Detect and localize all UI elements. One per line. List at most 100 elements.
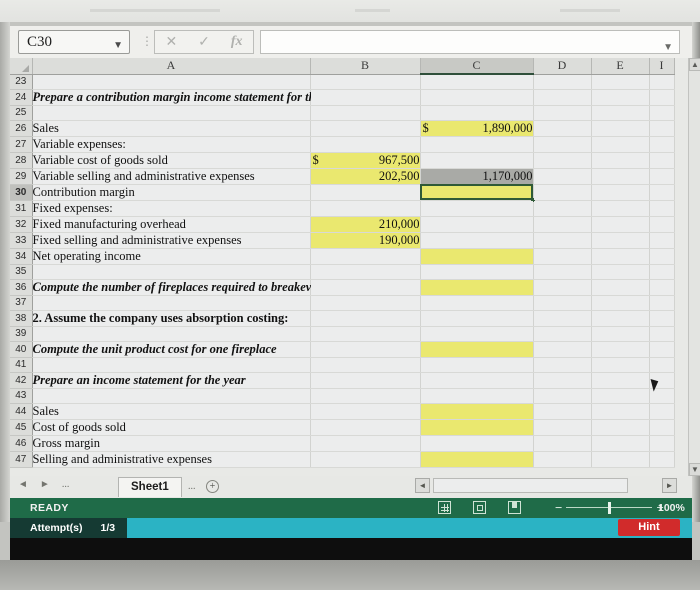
formula-expand-icon[interactable]: ▼ (663, 42, 673, 53)
cell-B36[interactable] (310, 279, 421, 296)
cell-D24[interactable] (533, 89, 592, 106)
hint-button[interactable]: Hint (618, 519, 680, 536)
cell-E31[interactable] (591, 200, 650, 217)
horizontal-scrollbar[interactable]: ◄ ► (415, 478, 677, 495)
cell-I34[interactable] (649, 248, 675, 265)
row-header-23[interactable]: 23 (10, 74, 33, 90)
add-sheet-icon[interactable]: + (206, 480, 219, 493)
cell-I46[interactable] (649, 435, 675, 452)
name-box[interactable]: C30 ▼ (18, 30, 130, 54)
cell-A40[interactable]: Compute the unit product cost for one fi… (32, 341, 311, 358)
cell-A46[interactable]: Gross margin (32, 435, 311, 452)
cancel-icon[interactable]: ✕ (165, 34, 177, 51)
cell-C44[interactable] (420, 403, 534, 420)
cell-E43[interactable] (591, 388, 650, 404)
cell-D41[interactable] (533, 357, 592, 373)
row-header-44[interactable]: 44 (10, 403, 33, 420)
cell-A45[interactable]: Cost of goods sold (32, 419, 311, 436)
cell-E33[interactable] (591, 232, 650, 249)
zoom-slider[interactable]: − + (555, 501, 664, 514)
cell-A29[interactable]: Variable selling and administrative expe… (32, 168, 311, 185)
cell-C40[interactable] (420, 341, 534, 358)
cell-I32[interactable] (649, 216, 675, 233)
cell-E41[interactable] (591, 357, 650, 373)
cell-A34[interactable]: Net operating income (32, 248, 311, 265)
cell-C41[interactable] (420, 357, 534, 373)
row-header-33[interactable]: 33 (10, 232, 33, 249)
cell-A26[interactable]: Sales (32, 120, 311, 137)
cell-E23[interactable] (591, 74, 650, 90)
cell-I29[interactable] (649, 168, 675, 185)
cell-B45[interactable] (310, 419, 421, 436)
cell-E27[interactable] (591, 136, 650, 153)
cell-B29[interactable]: 202,500 (310, 168, 421, 185)
cell-D32[interactable] (533, 216, 592, 233)
cell-A38[interactable]: 2. Assume the company uses absorption co… (32, 310, 311, 327)
cell-B30[interactable] (310, 183, 421, 201)
cell-E46[interactable] (591, 435, 650, 452)
chevron-down-icon[interactable]: ▼ (113, 35, 123, 57)
cell-C39[interactable] (420, 326, 534, 342)
insert-function-icon[interactable]: fx (231, 34, 243, 50)
cell-E38[interactable] (591, 310, 650, 327)
cell-D23[interactable] (533, 74, 592, 90)
cell-D43[interactable] (533, 388, 592, 404)
row-header-24[interactable]: 24 (10, 89, 33, 106)
column-header-c[interactable]: C (420, 58, 534, 75)
formula-input[interactable]: ▼ (260, 30, 680, 54)
cell-D39[interactable] (533, 326, 592, 342)
cell-D35[interactable] (533, 264, 592, 280)
row-header-43[interactable]: 43 (10, 388, 33, 404)
row-header-28[interactable]: 28 (10, 152, 33, 169)
column-header-a[interactable]: A (32, 58, 311, 75)
cell-B24[interactable] (310, 89, 421, 106)
zoom-thumb[interactable] (608, 501, 612, 514)
cell-D45[interactable] (533, 419, 592, 436)
cell-I37[interactable] (649, 295, 675, 311)
cell-C31[interactable] (420, 200, 534, 217)
cell-I41[interactable] (649, 357, 675, 373)
enter-icon[interactable]: ✓ (198, 34, 210, 51)
cell-B39[interactable] (310, 326, 421, 342)
zoom-level-label[interactable]: 100% (658, 502, 685, 514)
cell-B31[interactable] (310, 200, 421, 217)
cell-E40[interactable] (591, 341, 650, 358)
scroll-up-icon[interactable]: ▲ (689, 58, 700, 71)
cell-E25[interactable] (591, 105, 650, 121)
page-layout-icon[interactable] (473, 501, 486, 514)
cell-D30[interactable] (533, 184, 592, 201)
row-header-34[interactable]: 34 (10, 248, 33, 265)
page-break-icon[interactable] (508, 501, 521, 514)
cell-C25[interactable] (420, 105, 534, 121)
cell-B35[interactable] (310, 264, 421, 280)
cell-B27[interactable] (310, 136, 421, 153)
sheet-nav-dots[interactable]: ... (62, 479, 70, 490)
vertical-scrollbar[interactable]: ▲ ▼ (688, 58, 700, 476)
cell-I24[interactable] (649, 89, 675, 106)
cell-E42[interactable] (591, 372, 650, 389)
cell-E45[interactable] (591, 419, 650, 436)
cell-B23[interactable] (310, 74, 421, 90)
cell-E29[interactable] (591, 168, 650, 185)
cell-A24[interactable]: Prepare a contribution margin income sta… (32, 89, 346, 106)
cell-I27[interactable] (649, 136, 675, 153)
scroll-down-icon[interactable]: ▼ (689, 463, 700, 476)
row-header-39[interactable]: 39 (10, 326, 33, 342)
row-header-45[interactable]: 45 (10, 419, 33, 436)
cell-A32[interactable]: Fixed manufacturing overhead (32, 216, 311, 233)
cell-A28[interactable]: Variable cost of goods sold (32, 152, 311, 169)
cell-D36[interactable] (533, 279, 592, 296)
row-header-36[interactable]: 36 (10, 279, 33, 296)
cell-C29[interactable]: 1,170,000 (420, 168, 534, 185)
cell-D38[interactable] (533, 310, 592, 327)
cell-C46[interactable] (420, 434, 534, 452)
cell-C33[interactable] (420, 232, 534, 249)
cell-D34[interactable] (533, 248, 592, 265)
cell-D33[interactable] (533, 232, 592, 249)
row-header-30[interactable]: 30 (10, 184, 33, 201)
row-header-46[interactable]: 46 (10, 435, 33, 452)
zoom-out-icon[interactable]: − (555, 501, 562, 514)
cell-B25[interactable] (310, 105, 421, 121)
cell-D46[interactable] (533, 435, 592, 452)
row-header-42[interactable]: 42 (10, 372, 33, 389)
